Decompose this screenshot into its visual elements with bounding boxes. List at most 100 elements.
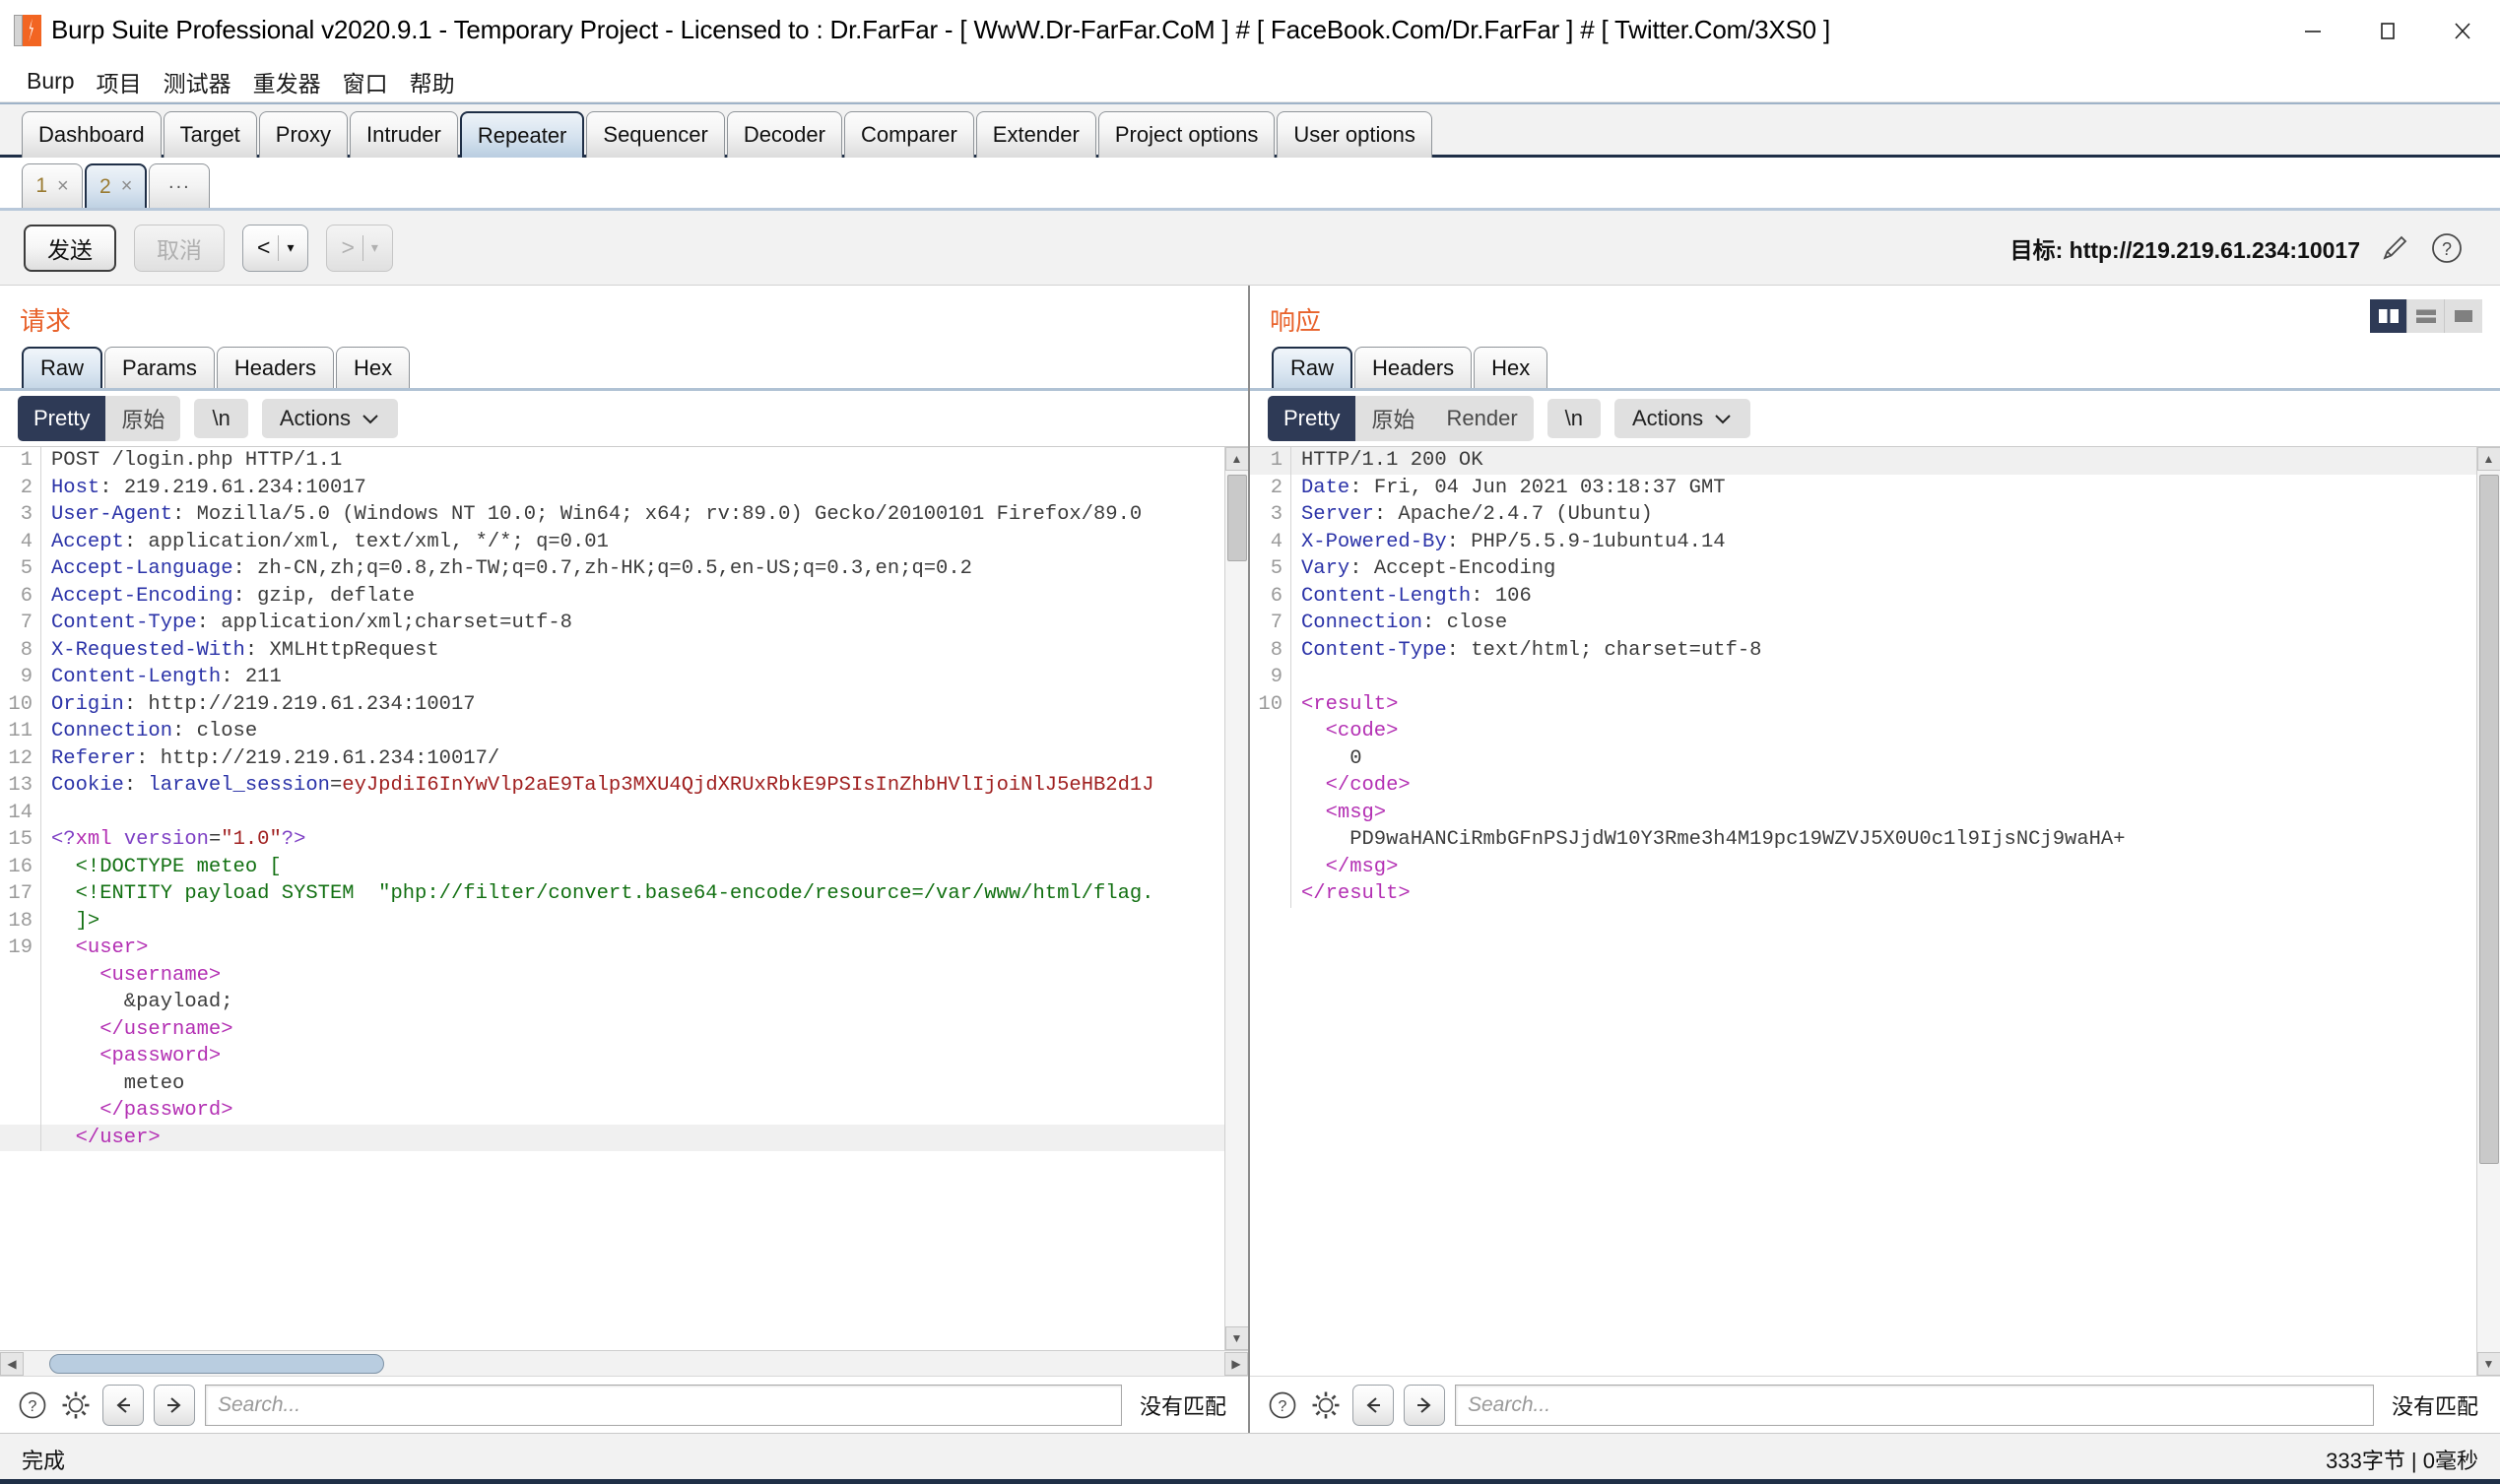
request-tab-params[interactable]: Params <box>104 347 215 388</box>
response-search-input[interactable]: Search... <box>1455 1384 2374 1426</box>
scroll-thumb[interactable] <box>49 1353 384 1374</box>
scroll-down-icon[interactable]: ▼ <box>2476 1352 2500 1376</box>
response-pretty-button[interactable]: Pretty <box>1268 396 1356 441</box>
request-horizontal-scrollbar[interactable]: ◀ ▶ <box>0 1350 1248 1376</box>
send-button[interactable]: 发送 <box>24 224 116 272</box>
layout-stacked-icon[interactable] <box>2407 299 2445 333</box>
code-text: </result> <box>1301 882 1411 905</box>
request-pretty-button[interactable]: Pretty <box>18 396 106 441</box>
minimize-icon[interactable] <box>2275 0 2350 61</box>
repeater-tab-1-label: 1 <box>35 174 47 197</box>
close-icon[interactable]: × <box>121 175 133 198</box>
line-number: 4 <box>1250 528 1291 555</box>
question-circle-icon[interactable]: ? <box>2429 230 2465 266</box>
question-circle-icon[interactable]: ? <box>1266 1389 1299 1421</box>
scroll-up-icon[interactable]: ▲ <box>1224 447 1248 471</box>
forward-button[interactable]: > ▾ <box>326 224 393 272</box>
chevron-down-icon[interactable]: ▾ <box>287 239 294 256</box>
response-raw-button[interactable]: 原始 <box>1355 396 1430 441</box>
request-editor[interactable]: 1 POST /login.php HTTP/1.1 2 Host: 219.219.… <box>0 446 1248 1350</box>
response-render-button[interactable]: Render <box>1430 396 1533 441</box>
line-number: 4 <box>0 528 41 555</box>
line-number: 1 <box>1250 447 1291 475</box>
request-tab-raw[interactable]: Raw <box>22 347 103 388</box>
search-next-button[interactable] <box>154 1384 195 1426</box>
chevron-down-icon <box>361 406 380 431</box>
menu-item-help[interactable]: 帮助 <box>399 61 466 102</box>
layout-single-icon[interactable] <box>2445 299 2482 333</box>
tab-sequencer[interactable]: Sequencer <box>586 111 725 158</box>
request-newline-button[interactable]: \n <box>194 399 248 438</box>
request-panel: 请求 Raw Params Headers Hex Pretty 原始 \n A… <box>0 286 1250 1433</box>
line-number: 7 <box>0 610 41 637</box>
response-actions-button[interactable]: Actions <box>1614 399 1751 438</box>
menu-item-burp[interactable]: Burp <box>16 64 86 98</box>
gear-icon[interactable] <box>59 1389 93 1421</box>
scroll-track[interactable] <box>2476 471 2500 1352</box>
menu-item-window[interactable]: 窗口 <box>332 61 399 102</box>
menu-item-intruder[interactable]: 测试器 <box>153 61 242 102</box>
close-icon[interactable]: × <box>57 175 69 198</box>
tab-comparer[interactable]: Comparer <box>843 111 974 158</box>
request-code-lines[interactable]: 1 POST /login.php HTTP/1.1 2 Host: 219.219.… <box>0 447 1224 1350</box>
tab-target[interactable]: Target <box>163 111 257 158</box>
search-prev-button[interactable] <box>102 1384 144 1426</box>
code-text: Origin: http://219.219.61.234:10017 <box>51 692 476 716</box>
scroll-track[interactable] <box>24 1352 1224 1376</box>
request-search-input[interactable]: Search... <box>205 1384 1122 1426</box>
menu-item-project[interactable]: 项目 <box>86 61 153 102</box>
tab-decoder[interactable]: Decoder <box>726 111 842 158</box>
request-mode-row: Pretty 原始 \n Actions <box>0 391 1248 446</box>
scroll-down-icon[interactable]: ▼ <box>1224 1326 1248 1350</box>
tab-dashboard[interactable]: Dashboard <box>22 111 162 158</box>
code-text: Referer: http://219.219.61.234:10017/ <box>51 746 500 770</box>
cancel-button[interactable]: 取消 <box>134 224 225 272</box>
response-tab-hex[interactable]: Hex <box>1474 347 1548 388</box>
gear-icon[interactable] <box>1309 1389 1343 1421</box>
response-editor[interactable]: 1 HTTP/1.1 200 OK 2 Date: Fri, 04 Jun 2021 … <box>1250 446 2500 1376</box>
code-text: Accept-Language: zh-CN,zh;q=0.8,zh-TW;q=… <box>51 557 972 580</box>
request-tab-bar: Raw Params Headers Hex <box>0 347 1248 391</box>
tab-project-options[interactable]: Project options <box>1097 111 1276 158</box>
chevron-left-icon: < <box>257 234 271 260</box>
response-newline-button[interactable]: \n <box>1546 399 1601 438</box>
search-next-button[interactable] <box>1404 1384 1445 1426</box>
tab-repeater[interactable]: Repeater <box>459 111 585 158</box>
line-number: 9 <box>0 664 41 691</box>
line-number: 18 <box>0 907 41 935</box>
layout-side-by-side-icon[interactable] <box>2370 299 2407 333</box>
scroll-up-icon[interactable]: ▲ <box>2476 447 2500 471</box>
question-circle-icon[interactable]: ? <box>16 1389 49 1421</box>
code-text: Server: Apache/2.4.7 (Ubuntu) <box>1301 503 1653 526</box>
tab-user-options[interactable]: User options <box>1277 111 1432 158</box>
scroll-left-icon[interactable]: ◀ <box>0 1351 24 1376</box>
request-tab-hex[interactable]: Hex <box>335 347 411 388</box>
response-code-lines[interactable]: 1 HTTP/1.1 200 OK 2 Date: Fri, 04 Jun 2021 … <box>1250 447 2476 1376</box>
request-vertical-scrollbar[interactable]: ▲ ▼ <box>1224 447 1248 1350</box>
tab-extender[interactable]: Extender <box>975 111 1096 158</box>
close-icon[interactable] <box>2425 0 2500 61</box>
pencil-icon[interactable] <box>2378 231 2411 265</box>
scroll-thumb[interactable] <box>2478 475 2499 1164</box>
response-vertical-scrollbar[interactable]: ▲ ▼ <box>2476 447 2500 1376</box>
repeater-tab-1[interactable]: 1 × <box>22 163 83 208</box>
tab-proxy[interactable]: Proxy <box>258 111 349 158</box>
request-raw-button[interactable]: 原始 <box>105 396 180 441</box>
chevron-down-icon[interactable]: ▾ <box>371 239 378 256</box>
tab-intruder[interactable]: Intruder <box>350 111 458 158</box>
back-button[interactable]: < ▾ <box>242 224 309 272</box>
scroll-right-icon[interactable]: ▶ <box>1224 1351 1248 1376</box>
repeater-tab-2[interactable]: 2 × <box>85 163 148 208</box>
response-actions-label: Actions <box>1632 406 1704 430</box>
scroll-track[interactable] <box>1224 471 1248 1326</box>
scroll-thumb[interactable] <box>1226 475 1247 561</box>
menu-item-repeater[interactable]: 重发器 <box>242 61 332 102</box>
request-actions-button[interactable]: Actions <box>261 399 398 438</box>
search-prev-button[interactable] <box>1352 1384 1394 1426</box>
response-tab-headers[interactable]: Headers <box>1354 347 1473 388</box>
repeater-tab-add[interactable]: ... <box>149 163 211 208</box>
response-tab-raw[interactable]: Raw <box>1272 347 1353 388</box>
line-number <box>0 1097 41 1125</box>
maximize-icon[interactable] <box>2350 0 2425 61</box>
request-tab-headers[interactable]: Headers <box>216 347 334 388</box>
